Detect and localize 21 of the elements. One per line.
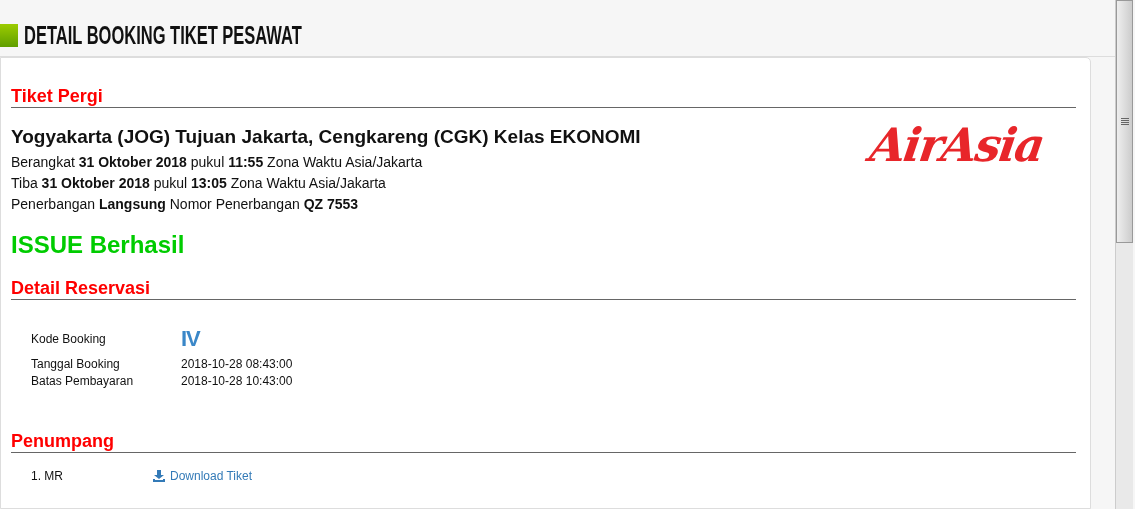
header-marker	[0, 24, 18, 47]
section-heading: Detail Reservasi	[11, 277, 151, 299]
airline-logo: AirAsia	[865, 118, 1047, 174]
field-label: Batas Pembayaran	[31, 374, 134, 388]
flight-detail: Berangkat 31 Oktober 2018 pukul 11:55 Zona Waktu Asia/Jakarta	[11, 153, 424, 172]
download-icon	[153, 470, 165, 482]
flight-detail: Tiba 31 Oktober 2018 pukul 13:05 Zona Waktu Asia/Jakarta	[11, 174, 387, 193]
flight-detail: Penerbangan Langsung Nomor Penerbangan QZ 7553	[11, 195, 360, 214]
field-label: Kode Booking	[31, 331, 106, 346]
booking-code: IV	[181, 326, 200, 351]
section-heading: Penumpang	[11, 430, 114, 452]
section-heading: Tiket Pergi	[11, 85, 103, 107]
field-value: 2018-10-28 08:43:00	[181, 357, 293, 371]
download-link[interactable]: Download Tiket	[153, 469, 253, 483]
issue-status: ISSUE Berhasil	[11, 231, 186, 259]
page-title: DETAIL BOOKING TIKET PESAWAT	[24, 21, 302, 50]
flight-route: Yogyakarta (JOG) Tujuan Jakarta, Cengkareng (CGK) Kelas EKONOMI	[11, 126, 641, 148]
passenger-name: 1. MR	[31, 469, 64, 483]
scrollbar-thumb[interactable]	[1116, 0, 1133, 243]
field-label: Tanggal Booking	[31, 357, 120, 371]
field-value: 2018-10-28 10:43:00	[181, 374, 293, 388]
